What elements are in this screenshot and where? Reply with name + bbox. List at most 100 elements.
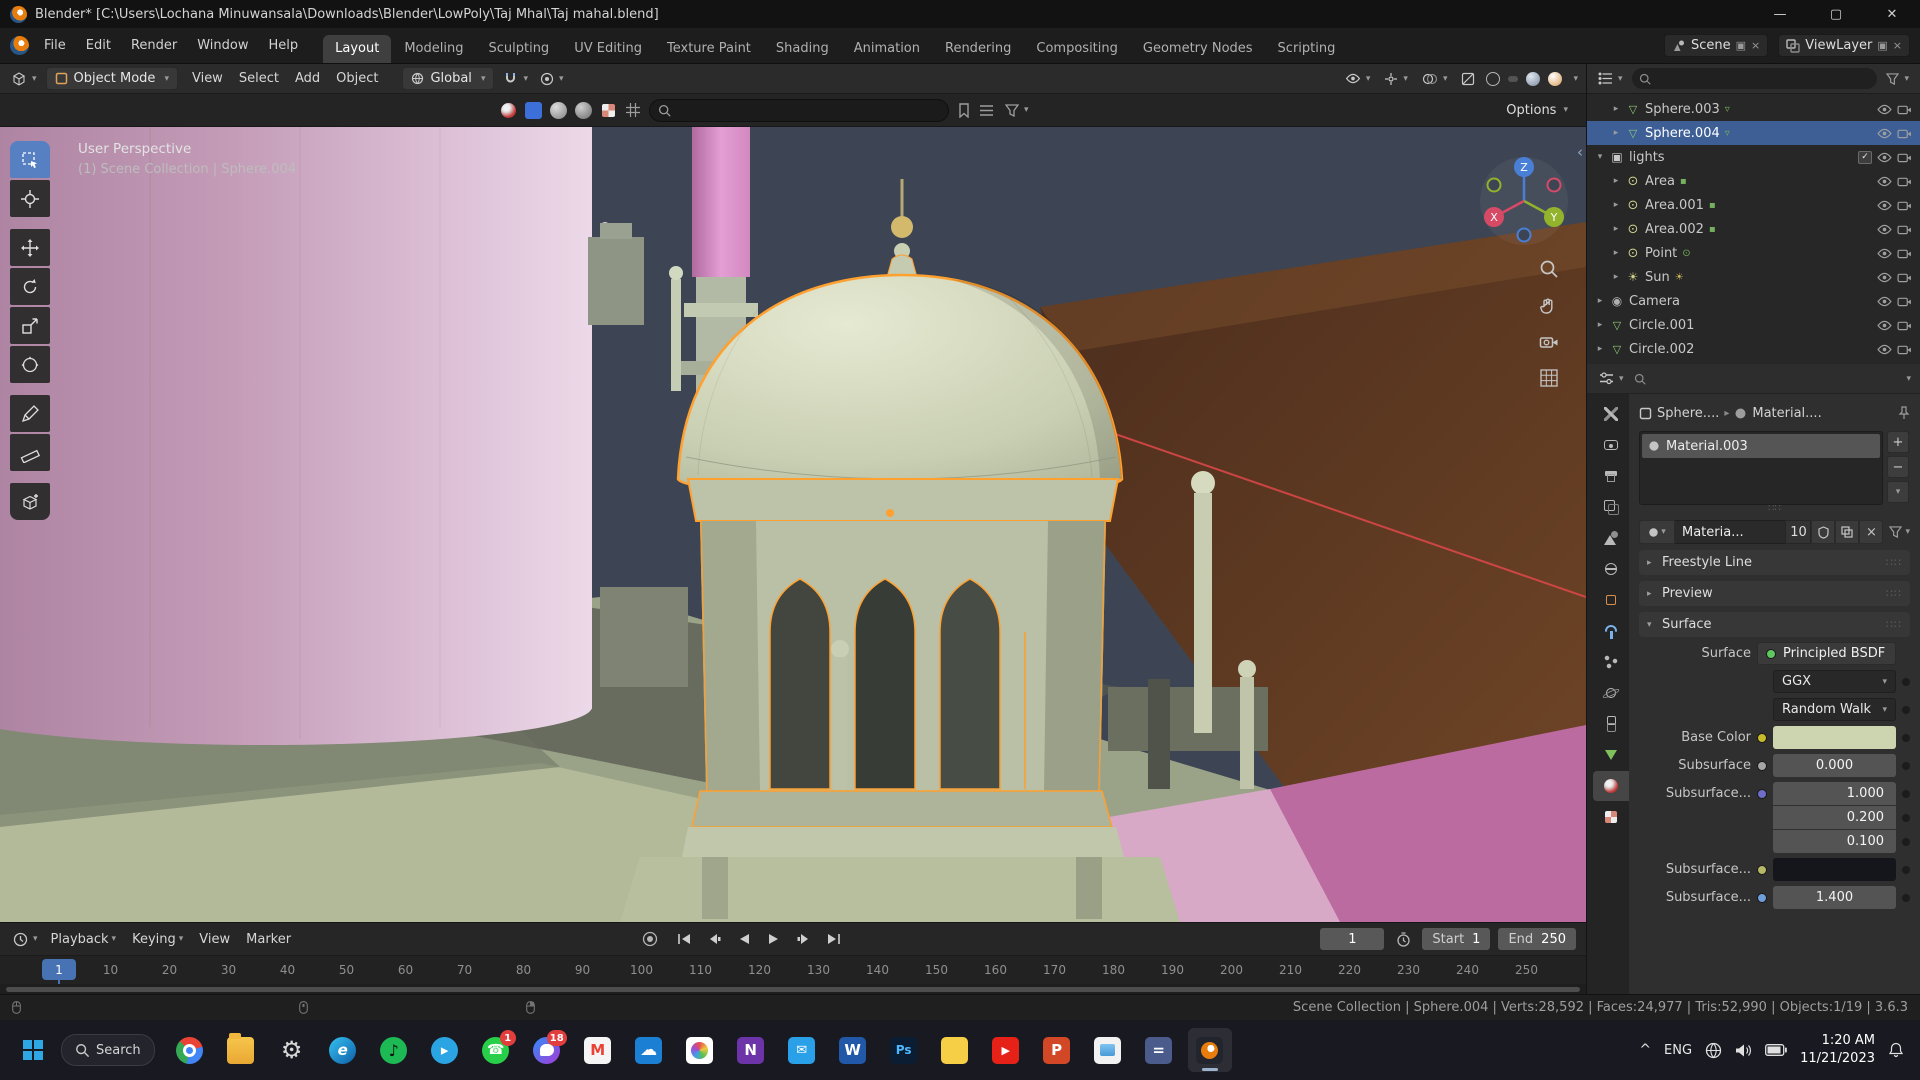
properties-editor-type-button[interactable] xyxy=(1596,370,1627,387)
photos[interactable] xyxy=(678,1028,722,1072)
expand-arrow-icon[interactable]: ▸ xyxy=(1611,224,1621,234)
language-indicator[interactable]: ENG xyxy=(1664,1043,1692,1058)
outliner-row[interactable]: ▸ Circle.001 xyxy=(1587,313,1920,337)
calculator[interactable]: = xyxy=(1137,1028,1181,1072)
outliner-row[interactable]: ▸ Area.002 xyxy=(1587,217,1920,241)
radius-y-field[interactable]: 0.200 xyxy=(1773,806,1896,829)
shading-rendered-button[interactable] xyxy=(1548,71,1563,86)
gizmos-dropdown[interactable] xyxy=(1381,70,1411,88)
remove-slot-button[interactable]: − xyxy=(1887,456,1909,478)
network-globe-icon[interactable] xyxy=(1705,1042,1722,1059)
collapse-sidebar-arrow[interactable]: ‹ xyxy=(1577,143,1583,161)
expand-arrow-icon[interactable]: ▸ xyxy=(1611,272,1621,282)
material-filter-dropdown[interactable] xyxy=(1889,526,1910,538)
material-slot-row[interactable]: Material.003 xyxy=(1642,434,1880,458)
hide-in-viewport-eye-icon[interactable] xyxy=(1877,152,1892,163)
subsurface-method-select[interactable]: Random Walk xyxy=(1773,698,1896,721)
onedrive[interactable]: ☁ xyxy=(627,1028,671,1072)
hidden-icons-chevron[interactable]: ^ xyxy=(1639,1042,1651,1058)
pan-hand-icon[interactable] xyxy=(1539,296,1559,316)
tab-view-layer[interactable] xyxy=(1593,492,1629,522)
tab-render[interactable] xyxy=(1593,430,1629,460)
distribution-select[interactable]: GGX xyxy=(1773,670,1896,693)
panel-preview[interactable]: Preview ∷∷ xyxy=(1639,581,1910,606)
fake-user-shield-button[interactable] xyxy=(1811,520,1836,544)
tab-world[interactable] xyxy=(1593,554,1629,584)
properties-options-caret[interactable] xyxy=(1906,374,1911,384)
messenger[interactable]: 18 xyxy=(525,1028,569,1072)
expand-arrow-icon[interactable]: ▸ xyxy=(1611,128,1621,138)
bookmark-icon[interactable] xyxy=(957,102,971,118)
workspace-tab[interactable]: Rendering xyxy=(933,35,1023,63)
start-frame-field[interactable]: Start 1 xyxy=(1422,928,1491,950)
snapping-toggle[interactable] xyxy=(500,69,531,88)
workspace-tab[interactable]: UV Editing xyxy=(562,35,654,63)
expand-arrow-icon[interactable]: ▸ xyxy=(1611,248,1621,258)
disable-in-render-camera-icon[interactable] xyxy=(1897,296,1912,307)
proportional-edit-toggle[interactable] xyxy=(537,70,567,88)
rotate-tool[interactable] xyxy=(10,268,50,305)
decorator-dot[interactable] xyxy=(1902,761,1910,770)
search-icon[interactable] xyxy=(1634,373,1646,385)
subsurface-ior-slider[interactable]: 1.400 xyxy=(1773,886,1896,909)
timeline-menu[interactable]: Playback xyxy=(43,929,125,950)
browse-material-button[interactable] xyxy=(1639,520,1675,544)
timeline-ruler[interactable]: 10 20 30 40 50 60 70 80 90 100 110 120 130 140 150 160 1… xyxy=(0,955,1586,985)
decorator-dot[interactable] xyxy=(1902,705,1910,714)
unlink-material-button[interactable]: × xyxy=(1859,520,1884,544)
tab-object[interactable] xyxy=(1593,585,1629,615)
menu-item[interactable]: Help xyxy=(259,34,309,57)
xray-toggle[interactable] xyxy=(1458,70,1478,88)
material-preview-icon[interactable] xyxy=(500,102,517,119)
timeline-menu[interactable]: View xyxy=(191,929,238,950)
taskbar-search[interactable]: Search xyxy=(61,1034,155,1066)
decorator-dot[interactable] xyxy=(1902,789,1910,798)
viewport-menu-item[interactable]: Add xyxy=(287,68,328,89)
clock[interactable]: 1:20 AM 11/21/2023 xyxy=(1800,1032,1875,1067)
shading-dropdown-caret[interactable] xyxy=(1573,74,1578,84)
youtube[interactable]: ▶ xyxy=(984,1028,1028,1072)
play-button[interactable] xyxy=(763,929,785,949)
scene-selector[interactable]: Scene ▣ × xyxy=(1664,34,1769,57)
battery-icon[interactable] xyxy=(1765,1044,1787,1056)
jump-to-end-button[interactable] xyxy=(823,929,845,949)
word[interactable]: W xyxy=(831,1028,875,1072)
material-users-button[interactable]: 10 xyxy=(1785,520,1812,544)
shading-material-button[interactable] xyxy=(1526,71,1541,86)
current-frame-field[interactable]: 1 xyxy=(1320,928,1385,950)
breadcrumb-object[interactable]: Sphere.... xyxy=(1657,406,1719,421)
disable-in-render-camera-icon[interactable] xyxy=(1897,104,1912,115)
radius-z-field[interactable]: 0.100 xyxy=(1773,830,1896,853)
new-view-layer-icon[interactable]: ▣ xyxy=(1877,39,1887,52)
blender-menu-icon[interactable] xyxy=(10,36,29,55)
whatsapp[interactable]: ☎ 1 xyxy=(474,1028,518,1072)
outliner-search-field[interactable] xyxy=(1631,68,1878,89)
play-reverse-button[interactable] xyxy=(733,929,755,949)
disable-in-render-camera-icon[interactable] xyxy=(1897,344,1912,355)
orthographic-grid-icon[interactable] xyxy=(1539,368,1559,388)
disable-in-render-camera-icon[interactable] xyxy=(1897,152,1912,163)
unlink-scene-icon[interactable]: × xyxy=(1751,39,1760,52)
panel-freestyle-line[interactable]: Freestyle Line ∷∷ xyxy=(1639,550,1910,575)
decorator-dot[interactable] xyxy=(1902,813,1910,822)
workspace-tab[interactable]: Scripting xyxy=(1266,35,1348,63)
jump-to-start-button[interactable] xyxy=(673,929,695,949)
view-layer-selector[interactable]: ViewLayer ▣ × xyxy=(1778,34,1910,57)
workspace-tab[interactable]: Modeling xyxy=(392,35,475,63)
tab-output[interactable] xyxy=(1593,461,1629,491)
hide-in-viewport-eye-icon[interactable] xyxy=(1877,344,1892,355)
pin-icon[interactable] xyxy=(1898,406,1910,420)
decorator-dot[interactable] xyxy=(1902,677,1910,686)
disable-in-render-camera-icon[interactable] xyxy=(1897,128,1912,139)
tab-material[interactable] xyxy=(1593,771,1629,801)
timeline-menu[interactable]: Marker xyxy=(238,929,299,950)
end-frame-field[interactable]: End 250 xyxy=(1498,928,1576,950)
expand-arrow-icon[interactable]: ▸ xyxy=(1595,296,1605,306)
mode-selector[interactable]: Object Mode xyxy=(45,67,178,90)
tab-constraints[interactable] xyxy=(1593,709,1629,739)
camera-view-icon[interactable] xyxy=(1539,333,1559,351)
options-dropdown[interactable]: Options xyxy=(1498,100,1576,121)
workspace-tab[interactable]: Geometry Nodes xyxy=(1131,35,1265,63)
hide-in-viewport-eye-icon[interactable] xyxy=(1877,128,1892,139)
material-name-field[interactable]: Materia... xyxy=(1675,520,1786,544)
